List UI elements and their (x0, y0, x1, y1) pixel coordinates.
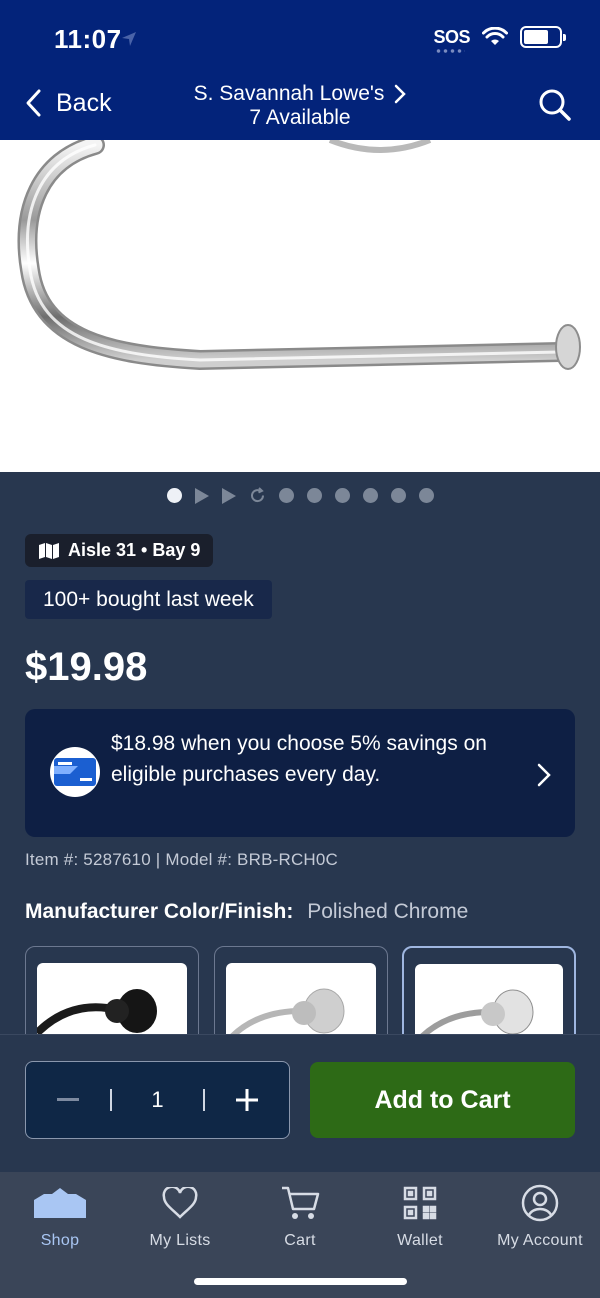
carousel-dot[interactable] (390, 488, 406, 503)
video-play-icon[interactable] (194, 487, 209, 504)
purchase-action-bar: 1 Add to Cart (0, 1034, 600, 1172)
tab-label: Cart (284, 1232, 316, 1249)
quantity-stepper: 1 (25, 1061, 290, 1139)
swatch-polished-chrome[interactable] (402, 946, 576, 1034)
tab-cart[interactable]: Cart (240, 1180, 360, 1250)
qr-code-icon (403, 1186, 437, 1220)
tab-label: Wallet (397, 1232, 443, 1249)
swatch-matte-black[interactable] (25, 946, 199, 1034)
credit-promo-card[interactable]: $18.98 when you choose 5% savings on eli… (25, 709, 575, 837)
carousel-indicators[interactable] (0, 487, 600, 504)
tab-label: My Account (497, 1232, 583, 1249)
store-availability: 7 Available (249, 106, 351, 129)
decrease-quantity-button[interactable] (26, 1062, 110, 1138)
search-button[interactable] (538, 88, 572, 127)
search-icon (539, 89, 571, 121)
home-indicator[interactable] (194, 1278, 407, 1285)
product-image[interactable] (0, 140, 600, 472)
carousel-dot[interactable] (362, 488, 378, 503)
location-arrow-icon (122, 32, 136, 46)
finish-swatches (25, 946, 585, 1034)
cart-icon (282, 1186, 320, 1219)
tab-my-account[interactable]: My Account (480, 1180, 600, 1250)
minus-icon (57, 1098, 79, 1101)
video-play-icon[interactable] (221, 487, 236, 504)
carousel-dot[interactable] (306, 488, 322, 503)
quantity-value[interactable]: 1 (112, 1087, 203, 1113)
heart-icon (162, 1187, 198, 1219)
carousel-dot[interactable] (166, 488, 182, 503)
chevron-right-icon (395, 84, 407, 104)
store-selector[interactable]: S. Savannah Lowe's 7 Available (0, 82, 600, 130)
item-model-info: Item #: 5287610 | Model #: BRB-RCH0C (25, 850, 339, 869)
swatch-brushed-nickel[interactable] (214, 946, 388, 1034)
tab-label: My Lists (149, 1232, 211, 1249)
promo-text: $18.98 when you choose 5% savings on eli… (111, 732, 487, 786)
tab-wallet[interactable]: Wallet (360, 1180, 480, 1250)
status-time: 11:07 (54, 24, 122, 54)
chevron-right-icon (537, 763, 551, 787)
add-to-cart-button[interactable]: Add to Cart (310, 1062, 575, 1138)
lowes-card-icon (50, 747, 100, 797)
wifi-icon (482, 27, 508, 45)
store-name: S. Savannah Lowe's (193, 82, 385, 105)
status-indicators: SOS (433, 26, 566, 53)
account-icon (521, 1184, 559, 1222)
tab-shop[interactable]: Shop (0, 1180, 120, 1250)
360-view-icon[interactable] (249, 487, 266, 504)
tab-my-lists[interactable]: My Lists (120, 1180, 240, 1250)
map-icon (39, 542, 59, 559)
bought-badge: 100+ bought last week (25, 580, 272, 619)
sos-indicator: SOS (433, 27, 470, 53)
carousel-dot[interactable] (418, 488, 434, 503)
carousel-dot[interactable] (334, 488, 350, 503)
battery-icon (520, 26, 566, 48)
plus-icon (236, 1089, 258, 1111)
aisle-badge[interactable]: Aisle 31 • Bay 9 (25, 534, 214, 567)
color-finish-label: Manufacturer Color/Finish: (25, 900, 294, 923)
increase-quantity-button[interactable] (205, 1062, 289, 1138)
towel-ring-image (17, 140, 581, 371)
carousel-dot[interactable] (278, 488, 294, 503)
product-price: $19.98 (25, 645, 148, 689)
aisle-text: Aisle 31 • Bay 9 (68, 540, 201, 560)
color-finish-row: Manufacturer Color/Finish: Polished Chro… (25, 900, 468, 924)
color-finish-value: Polished Chrome (307, 900, 469, 923)
top-bar: 11:07 SOS Back S. Savannah Lowe's 7 Avai… (0, 0, 600, 140)
tab-label: Shop (40, 1232, 80, 1249)
shop-icon (34, 1188, 86, 1218)
